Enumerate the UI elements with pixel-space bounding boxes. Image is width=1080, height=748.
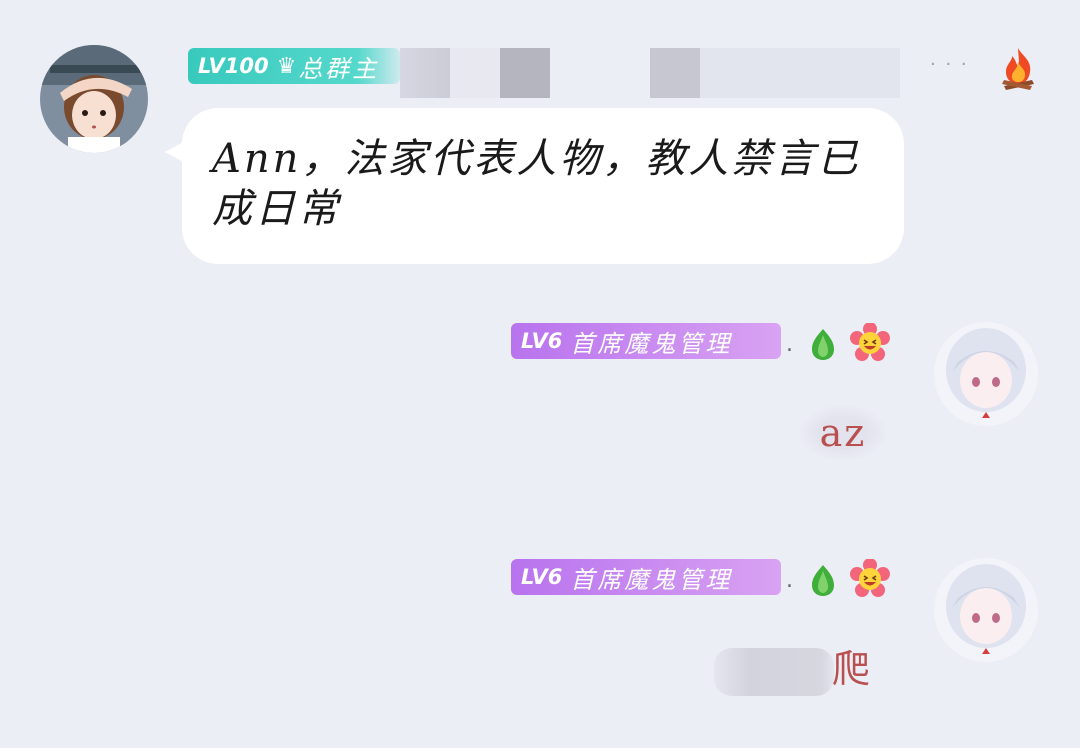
censored-message-block (714, 648, 834, 696)
badge-title: 总群主 (298, 54, 380, 83)
badge-level: LV6 (521, 329, 563, 353)
my-avatar[interactable] (934, 558, 1038, 662)
censored-name-block (400, 48, 450, 98)
flower-smile-icon (850, 559, 890, 597)
message-text[interactable]: az (800, 406, 886, 460)
badge-level: LV6 (521, 565, 563, 589)
sender-avatar[interactable] (40, 45, 148, 153)
admin-title-badge: LV6 首席魔鬼管理 (511, 323, 781, 359)
anime-avatar-icon (40, 45, 148, 153)
badge-title: 首席魔鬼管理 (570, 329, 733, 358)
badge-title: 首席魔鬼管理 (570, 565, 733, 594)
anime-avatar-icon (934, 558, 1038, 662)
censored-name-block (500, 48, 550, 98)
owner-title-badge: LV100 ♛ 总群主 (188, 48, 400, 84)
my-avatar[interactable] (934, 322, 1038, 426)
censored-name-block (650, 48, 700, 98)
badge-level: LV100 (198, 54, 269, 78)
censored-name-block (700, 48, 900, 98)
name-separator: . (786, 568, 793, 593)
anime-avatar-icon (934, 322, 1038, 426)
message-text[interactable]: Ann，法家代表人物，教人禁言已成日常 (212, 134, 872, 234)
crown-icon: ♛ (276, 53, 297, 79)
flower-smile-icon (850, 323, 890, 361)
censored-name-block (450, 48, 500, 98)
admin-title-badge: LV6 首席魔鬼管理 (511, 559, 781, 595)
sprout-icon (812, 565, 834, 596)
more-dots[interactable]: · · · (930, 54, 969, 75)
sprout-icon (812, 329, 834, 360)
fire-icon (1002, 48, 1034, 90)
name-separator: . (786, 332, 793, 357)
chat-screen: LV100 ♛ 总群主 · · · Ann，法家代表人物，教人禁言已成日常 LV… (0, 0, 1080, 748)
message-text[interactable]: 爬 (826, 644, 876, 694)
